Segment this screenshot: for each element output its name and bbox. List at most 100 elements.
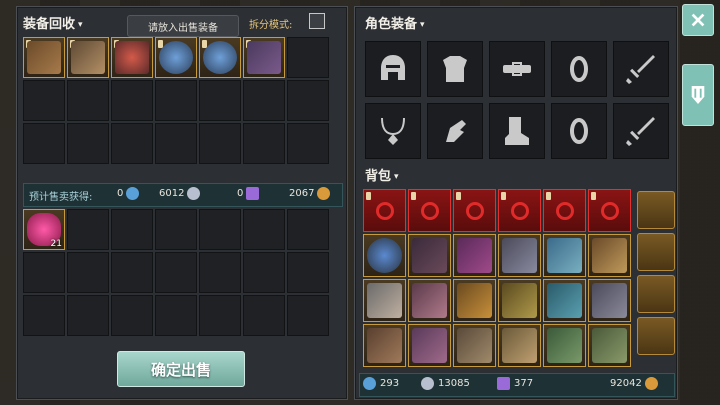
recycle-slot[interactable]: [67, 37, 109, 78]
recycle-slot[interactable]: [199, 80, 241, 121]
gold-coin-icon: [317, 187, 331, 200]
sell-slot[interactable]: 21: [23, 209, 65, 250]
sell-grid: 21: [23, 209, 329, 336]
sell-items-tab[interactable]: 请放入出售装备: [127, 15, 239, 37]
backpack-slot-selected[interactable]: [408, 189, 451, 232]
backpack-slot[interactable]: [453, 234, 496, 277]
equip-slot-necklace[interactable]: [365, 103, 421, 159]
recycle-slot[interactable]: [287, 123, 329, 164]
recycle-slot[interactable]: [23, 80, 65, 121]
backpack-slot[interactable]: [363, 279, 406, 322]
chest-icon[interactable]: [637, 317, 675, 355]
equip-slot-weapon[interactable]: [613, 41, 669, 97]
backpack-slot[interactable]: [408, 279, 451, 322]
recycle-slot[interactable]: [199, 123, 241, 164]
recycle-title: 装备回收 ▾: [23, 17, 83, 32]
chest-icon[interactable]: [637, 191, 675, 229]
resource-gold: 92042: [610, 377, 658, 390]
resource-wing: 13085: [421, 377, 470, 390]
chest-icon[interactable]: [637, 233, 675, 271]
backpack-slot[interactable]: [363, 234, 406, 277]
sell-slot[interactable]: [23, 295, 65, 336]
equip-slot-ring[interactable]: [551, 41, 607, 97]
sell-slot[interactable]: [67, 295, 109, 336]
backpack-slot[interactable]: [588, 324, 631, 367]
equip-slot-helmet[interactable]: [365, 41, 421, 97]
recycle-slot[interactable]: [23, 37, 65, 78]
backpack-slot[interactable]: [543, 279, 586, 322]
sell-slot[interactable]: [155, 252, 197, 293]
equip-slot-armor[interactable]: [427, 41, 483, 97]
chest-icon[interactable]: [637, 275, 675, 313]
sell-slot[interactable]: [111, 295, 153, 336]
split-mode-label: 拆分模式:: [249, 20, 293, 31]
backpack-slot[interactable]: [408, 324, 451, 367]
sell-slot[interactable]: [23, 252, 65, 293]
sell-slot[interactable]: [199, 295, 241, 336]
ring-icon: [570, 118, 588, 144]
wing-icon: [421, 377, 434, 390]
close-button[interactable]: [682, 4, 714, 36]
equip-slot-boots[interactable]: [489, 103, 545, 159]
recycle-slot[interactable]: [243, 123, 285, 164]
crystal-icon: [126, 187, 140, 200]
backpack-slot[interactable]: [498, 279, 541, 322]
sell-slot[interactable]: [199, 252, 241, 293]
estimate-gem: 0: [237, 187, 260, 200]
gauntlet-icon: [446, 120, 466, 142]
backpack-slot-selected[interactable]: [453, 189, 496, 232]
backpack-slot[interactable]: [588, 279, 631, 322]
backpack-slot[interactable]: [498, 324, 541, 367]
sell-slot[interactable]: [155, 295, 197, 336]
sell-slot[interactable]: [111, 209, 153, 250]
sell-slot[interactable]: [287, 209, 329, 250]
backpack-slot[interactable]: [363, 324, 406, 367]
backpack-slot[interactable]: [498, 234, 541, 277]
recycle-slot[interactable]: [287, 80, 329, 121]
equip-slot-ring-2[interactable]: [551, 103, 607, 159]
recycle-slot[interactable]: [67, 80, 109, 121]
recycle-slot[interactable]: [155, 123, 197, 164]
recycle-slot[interactable]: [199, 37, 241, 78]
sell-slot[interactable]: [155, 209, 197, 250]
sell-slot[interactable]: [67, 252, 109, 293]
equip-slot-belt[interactable]: [489, 41, 545, 97]
sell-slot[interactable]: [243, 252, 285, 293]
recycle-slot[interactable]: [111, 123, 153, 164]
helmet-icon: [381, 55, 405, 80]
backpack-slot-selected[interactable]: [543, 189, 586, 232]
recycle-slot[interactable]: [67, 123, 109, 164]
backpack-slot-selected[interactable]: [498, 189, 541, 232]
equip-slot-offhand[interactable]: [613, 103, 669, 159]
recycle-slot[interactable]: [243, 37, 285, 78]
sell-slot[interactable]: [199, 209, 241, 250]
sell-slot[interactable]: [67, 209, 109, 250]
confirm-sell-button[interactable]: 确定出售: [117, 351, 245, 387]
equipment-side-tab[interactable]: [682, 64, 714, 126]
sell-slot[interactable]: [243, 209, 285, 250]
recycle-slot[interactable]: [111, 37, 153, 78]
recycle-slot[interactable]: [287, 37, 329, 78]
recycle-slot[interactable]: [243, 80, 285, 121]
backpack-slot[interactable]: [408, 234, 451, 277]
split-mode-checkbox[interactable]: [309, 13, 325, 29]
sword-icon: [626, 55, 655, 84]
recycle-slot[interactable]: [155, 37, 197, 78]
backpack-slot[interactable]: [543, 234, 586, 277]
estimate-wing: 6012: [159, 187, 201, 200]
backpack-slot-selected[interactable]: [363, 189, 406, 232]
equip-slot-gauntlet[interactable]: [427, 103, 483, 159]
sell-slot[interactable]: [111, 252, 153, 293]
sell-slot[interactable]: [287, 295, 329, 336]
recycle-slot[interactable]: [111, 80, 153, 121]
backpack-slot[interactable]: [453, 279, 496, 322]
backpack-slot[interactable]: [588, 234, 631, 277]
backpack-slot-selected[interactable]: [588, 189, 631, 232]
sell-slot[interactable]: [243, 295, 285, 336]
backpack-slot[interactable]: [453, 324, 496, 367]
recycle-slot[interactable]: [155, 80, 197, 121]
sell-slot[interactable]: [287, 252, 329, 293]
character-equipment-title: 角色装备 ▾: [365, 17, 425, 32]
recycle-slot[interactable]: [23, 123, 65, 164]
backpack-slot[interactable]: [543, 324, 586, 367]
